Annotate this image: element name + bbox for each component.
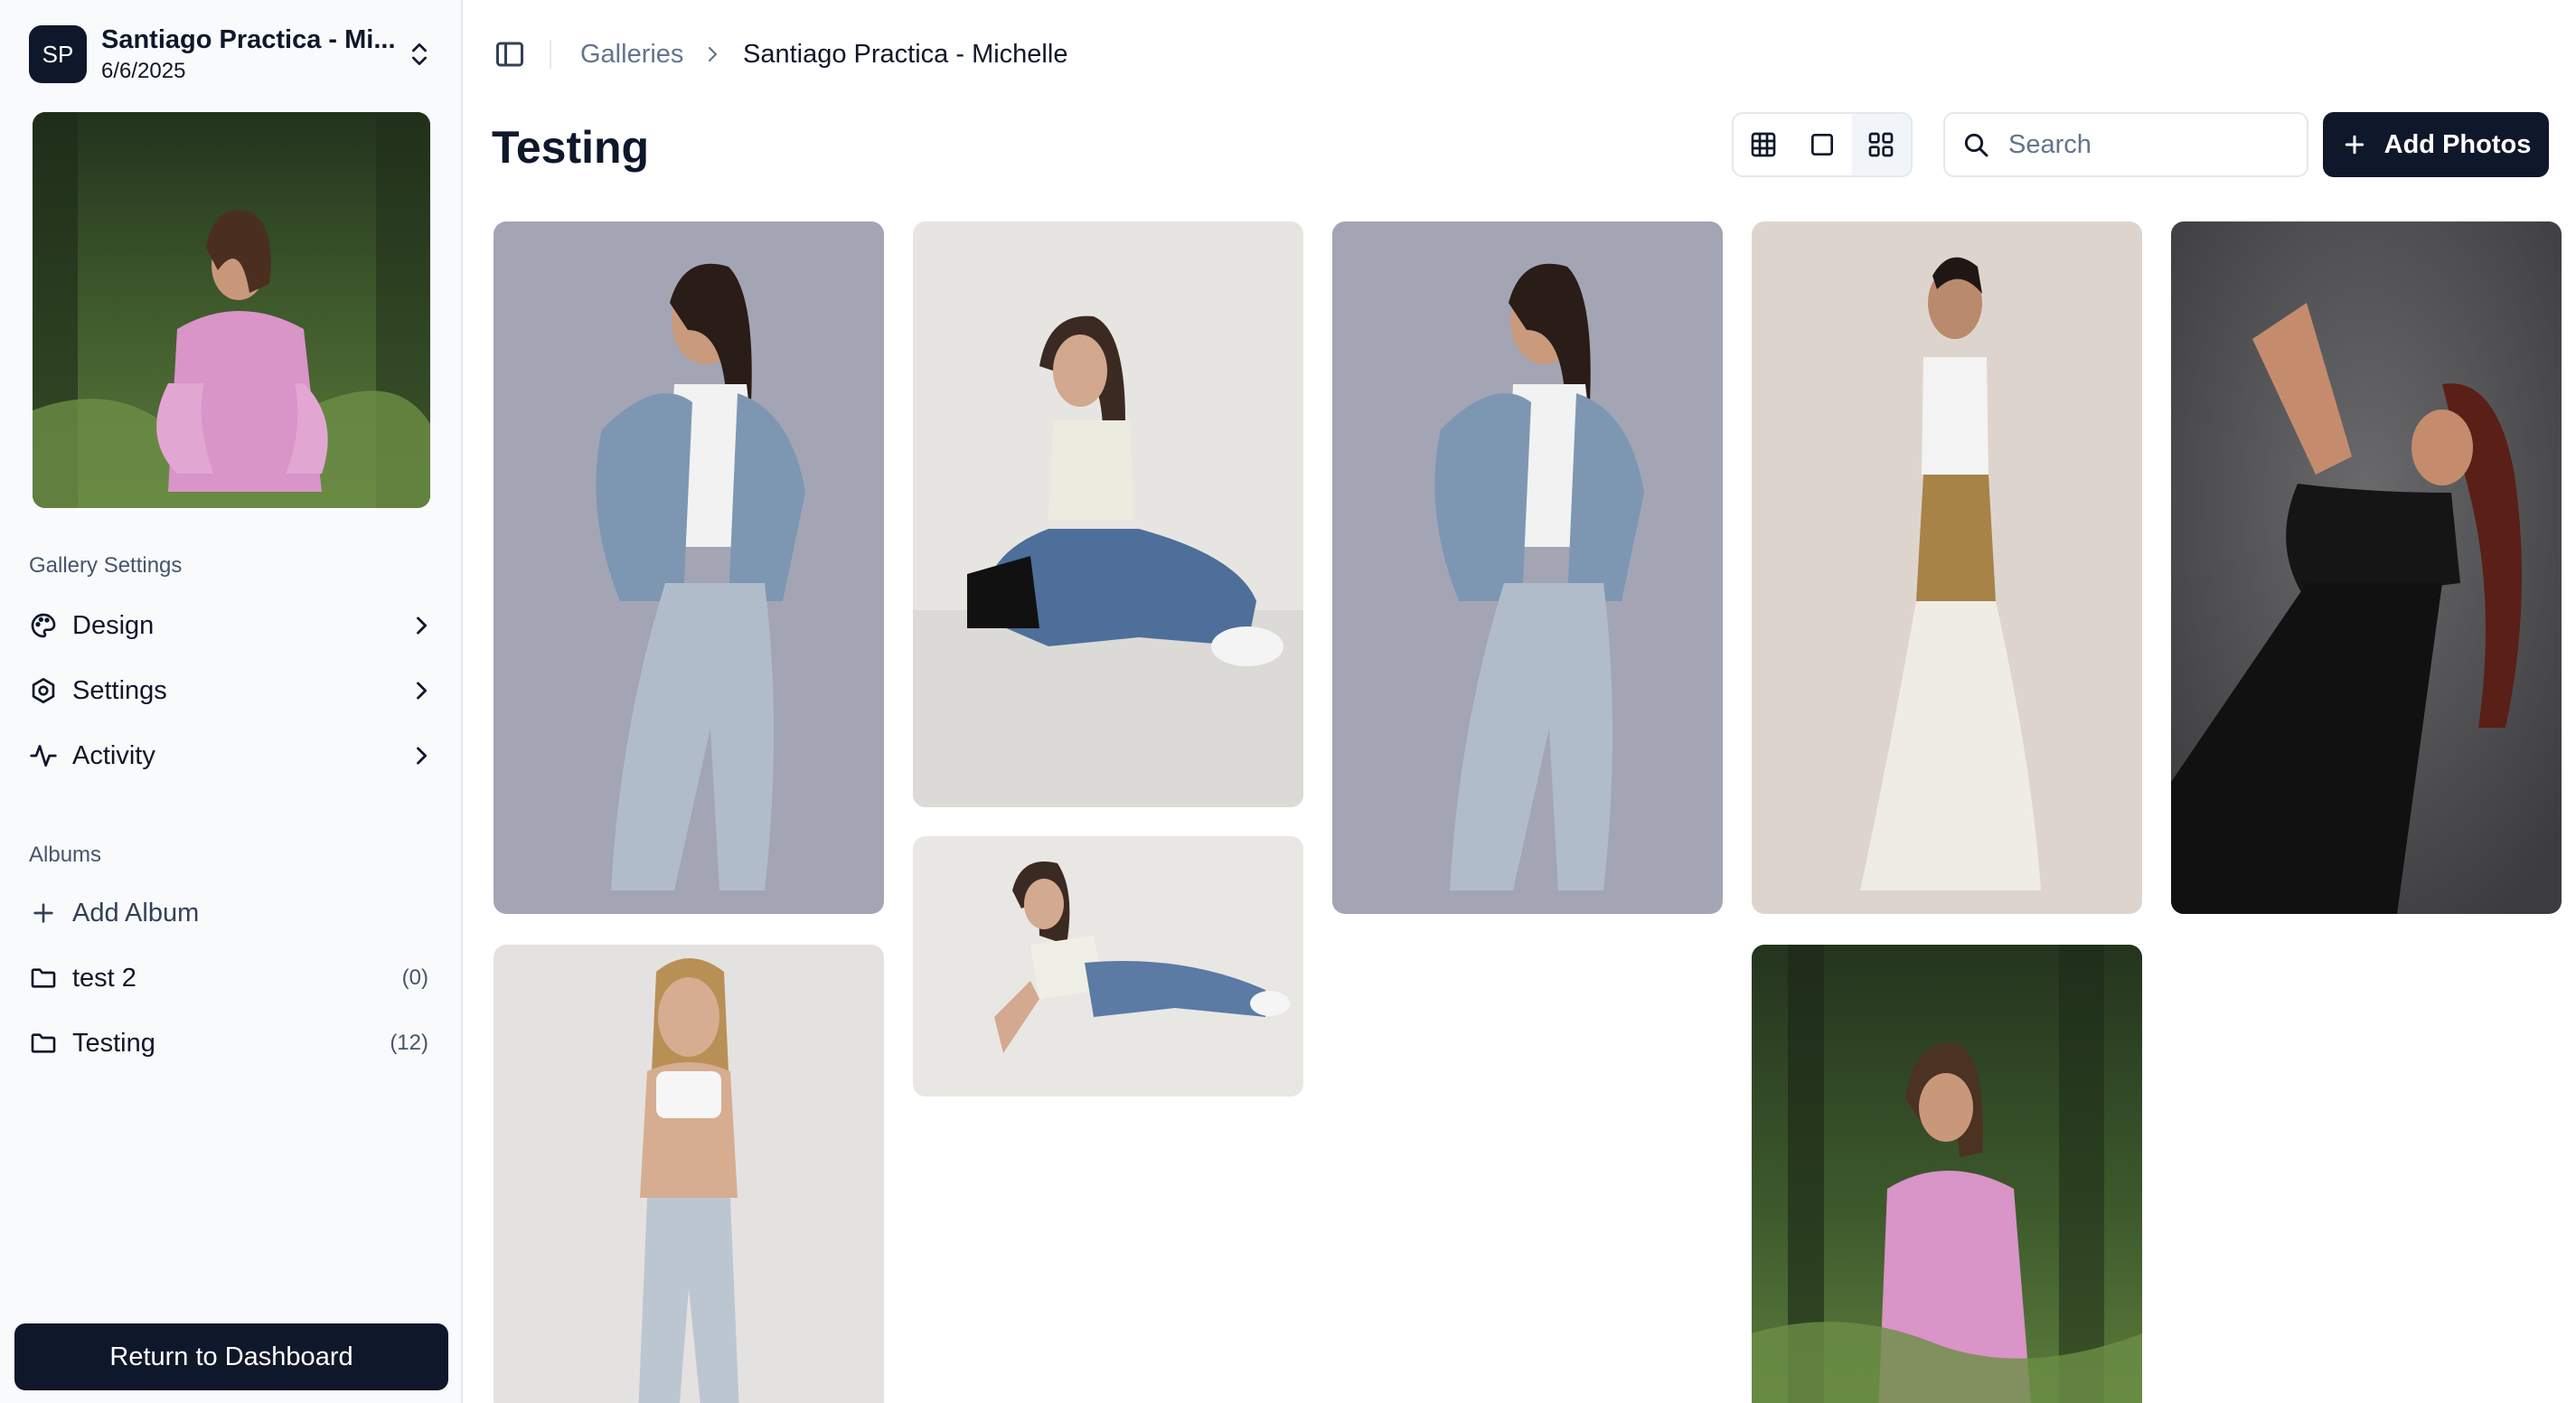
cover-photo [33,112,430,508]
photo-tile[interactable] [1752,945,2142,1403]
add-album-label: Add Album [72,898,200,927]
breadcrumb-current: Santiago Practica - Michelle [743,40,1068,69]
chevron-right-icon [708,46,718,62]
view-grid-large-button[interactable] [1851,114,1911,175]
add-album-button[interactable]: Add Album [29,888,434,938]
gallery-title: Santiago Practica - Mi... [101,24,396,54]
photo-gold-skirt-model [1752,221,2142,914]
photo-blonde-model [494,945,884,1403]
folder-icon [31,968,56,988]
topbar: Galleries Santiago Practica - Michelle [463,0,2576,108]
photo-tile[interactable] [2171,221,2562,914]
search-box [1943,112,2308,177]
grid-large-icon [1868,132,1894,157]
sidebar-toggle-icon[interactable] [494,38,526,71]
search-input[interactable] [2008,129,2280,160]
gallery-cover-image[interactable] [33,112,430,508]
photo-dark-model [2171,221,2562,914]
palette-icon [31,613,56,638]
square-icon [1810,134,1833,155]
nav-item-settings[interactable]: Settings [29,665,434,716]
gear-icon [32,678,55,703]
photo-sitting-model [913,221,1303,807]
photo-denim-jacket [494,221,884,914]
add-photos-button[interactable]: Add Photos [2323,112,2549,177]
nav-item-label: Settings [72,675,167,705]
grid-small-icon [1751,132,1775,157]
add-photos-label: Add Photos [2383,129,2532,159]
photo-denim-jacket [1332,221,1723,914]
nav-item-label: Activity [72,740,155,770]
gallery-settings-heading: Gallery Settings [29,553,183,578]
photo-forest-model [1752,945,2142,1403]
return-to-dashboard-button[interactable]: Return to Dashboard [14,1323,448,1390]
album-count: (12) [390,1031,428,1055]
sidebar: SP Santiago Practica - Mi... 6/6/2025 Ga… [0,0,463,1403]
folder-icon [31,1033,56,1053]
photo-tile[interactable] [913,221,1303,807]
gallery-info: Santiago Practica - Mi... 6/6/2025 [101,25,398,84]
photo-tile[interactable] [913,836,1303,1097]
chevron-right-icon [417,682,428,700]
plus-icon [33,903,53,923]
photo-tile[interactable] [1332,221,1723,914]
nav-item-label: Design [72,610,155,640]
app: SP Santiago Practica - Mi... 6/6/2025 Ga… [0,0,2576,1403]
search-icon [1964,133,1988,157]
view-single-button[interactable] [1792,114,1851,175]
view-mode-toggle [1732,112,1913,177]
album-label: Testing [72,1028,155,1058]
chevrons-up-down-icon [412,43,427,65]
page-title: Testing [492,122,650,173]
divider [550,40,551,69]
photo-tile[interactable] [1752,221,2142,914]
chevron-right-icon [417,617,428,635]
chevron-right-icon [417,747,428,765]
view-grid-small-button[interactable] [1734,114,1792,175]
albums-heading: Albums [29,843,102,867]
avatar: SP [29,25,87,83]
gallery-date: 6/6/2025 [101,58,186,83]
breadcrumb-galleries-link[interactable]: Galleries [580,40,683,70]
album-count: (0) [401,965,428,990]
album-item-testing[interactable]: Testing (12) [29,1018,434,1069]
photo-tile[interactable] [494,221,884,914]
album-item-test-2[interactable]: test 2 (0) [29,953,434,1003]
nav-item-design[interactable]: Design [29,600,434,651]
nav-item-activity[interactable]: Activity [29,730,434,781]
photo-lying-model [913,836,1303,1097]
gallery-switcher[interactable]: SP Santiago Practica - Mi... 6/6/2025 [29,24,434,85]
album-label: test 2 [72,963,136,993]
plus-icon [2345,135,2364,155]
activity-icon [30,745,57,767]
photo-tile[interactable] [494,945,884,1403]
